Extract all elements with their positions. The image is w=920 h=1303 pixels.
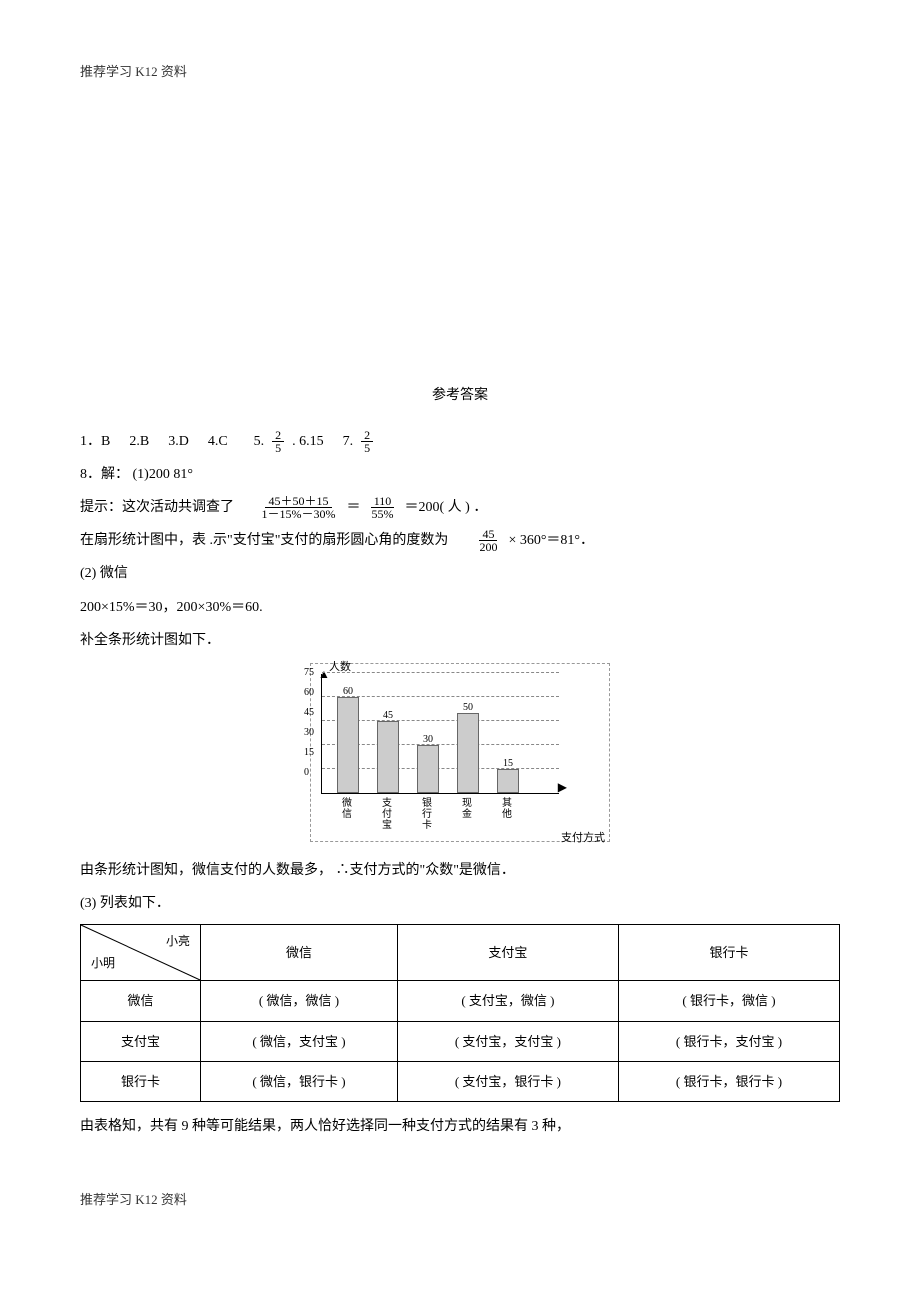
col-header: 支付宝 xyxy=(397,925,618,981)
fraction-denominator: 1－15%－30% xyxy=(259,508,339,520)
ans-6: . 6.15 xyxy=(292,429,324,454)
bar xyxy=(337,697,359,793)
table-cell: ( 支付宝，支付宝 ) xyxy=(397,1021,618,1061)
bar-group: 45 xyxy=(374,721,402,793)
bar-value: 50 xyxy=(454,699,482,713)
bar-label: 微信 xyxy=(333,798,361,831)
sector-fraction: 45 200 xyxy=(476,528,500,553)
q8-part2-b: 200×15%＝30，200×30%＝60. xyxy=(80,595,840,620)
hint-prefix: 提示：这次活动共调查了 xyxy=(80,495,234,520)
answers-title: 参考答案 xyxy=(80,383,840,408)
hint-tail: ＝200( 人 ) ． xyxy=(405,495,488,520)
q8-conclusion: 由条形统计图知，微信支付的人数最多， ∴支付方式的"众数"是微信． xyxy=(80,858,840,883)
page-footer: 推荐学习 K12 资料 xyxy=(80,1188,840,1211)
ans-7-prefix: 7. xyxy=(343,429,354,454)
table-cell: ( 微信，微信 ) xyxy=(201,981,398,1021)
ans-5-fraction: 2 5 xyxy=(272,429,284,454)
bar-group: 30 xyxy=(414,745,442,793)
hint-fraction-1: 45＋50＋15 1－15%－30% xyxy=(259,495,339,520)
bar-label: 其他 xyxy=(493,798,521,831)
table-cell: ( 微信，银行卡 ) xyxy=(201,1062,398,1102)
arrow-up-icon: ▲ xyxy=(318,664,330,686)
q8-part2-a: (2) 微信 xyxy=(80,561,840,586)
diagonal-header: 小亮 小明 xyxy=(81,925,201,981)
bar xyxy=(497,769,519,793)
row-header: 微信 xyxy=(81,981,201,1021)
fraction-numerator: 2 xyxy=(272,429,284,442)
fraction-numerator: 2 xyxy=(361,429,373,442)
table-cell: ( 微信，支付宝 ) xyxy=(201,1021,398,1061)
col-header: 微信 xyxy=(201,925,398,981)
table-cell: ( 银行卡，银行卡 ) xyxy=(618,1062,839,1102)
table-row: 微信 ( 微信，微信 ) ( 支付宝，微信 ) ( 银行卡，微信 ) xyxy=(81,981,840,1021)
fraction-denominator: 55% xyxy=(369,508,397,520)
short-answers-row: 1．B 2.B 3.D 4.C 5. 2 5 . 6.15 7. 2 5 xyxy=(80,429,840,454)
y-tick: 0 xyxy=(304,773,314,793)
whitespace xyxy=(80,83,840,373)
bar-labels: 微信支付宝银行卡现金其他 xyxy=(321,798,559,831)
bar-value: 60 xyxy=(334,683,362,697)
bar-value: 45 xyxy=(374,707,402,721)
col-header: 银行卡 xyxy=(618,925,839,981)
table-cell: ( 支付宝，银行卡 ) xyxy=(397,1062,618,1102)
bar-label: 支付宝 xyxy=(373,798,401,831)
q8-sector: 在扇形统计图中，表 .示"支付宝"支付的扇形圆心角的度数为 45 200 × 3… xyxy=(80,528,840,553)
q8-hint: 提示：这次活动共调查了 45＋50＋15 1－15%－30% ＝ 110 55%… xyxy=(80,495,840,520)
arrow-right-icon: ▶ xyxy=(558,777,567,799)
ans-1: 1．B xyxy=(80,429,110,454)
y-ticks: 01530456075 xyxy=(304,673,314,793)
q8-summary: 由表格知，共有 9 种等可能结果，两人恰好选择同一种支付方式的结果有 3 种， xyxy=(80,1114,840,1139)
sector-prefix: 在扇形统计图中，表 .示"支付宝"支付的扇形圆心角的度数为 xyxy=(80,528,448,553)
bar-group: 15 xyxy=(494,769,522,793)
bar-chart: 人数 ▲ ▶ 01530456075 6045305015 支付方式 微信支付宝… xyxy=(80,663,840,842)
diag-col-label: 小亮 xyxy=(166,931,190,953)
table-row: 银行卡 ( 微信，银行卡 ) ( 支付宝，银行卡 ) ( 银行卡，银行卡 ) xyxy=(81,1062,840,1102)
table-row: 小亮 小明 微信 支付宝 银行卡 xyxy=(81,925,840,981)
ans-2: 2.B xyxy=(129,429,149,454)
bar xyxy=(417,745,439,793)
sector-tail: × 360°＝81°． xyxy=(508,528,594,553)
x-axis-label: 支付方式 xyxy=(561,829,605,849)
bar-value: 30 xyxy=(414,731,442,745)
q8-part3: (3) 列表如下． xyxy=(80,891,840,916)
bar xyxy=(377,721,399,793)
bar-group: 50 xyxy=(454,713,482,793)
hint-fraction-2: 110 55% xyxy=(369,495,397,520)
table-cell: ( 支付宝，微信 ) xyxy=(397,981,618,1021)
table-cell: ( 银行卡，微信 ) xyxy=(618,981,839,1021)
bar-label: 现金 xyxy=(453,798,481,831)
table-cell: ( 银行卡，支付宝 ) xyxy=(618,1021,839,1061)
row-header: 支付宝 xyxy=(81,1021,201,1061)
ans-7-fraction: 2 5 xyxy=(361,429,373,454)
probability-table: 小亮 小明 微信 支付宝 银行卡 微信 ( 微信，微信 ) ( 支付宝，微信 )… xyxy=(80,924,840,1102)
page-header: 推荐学习 K12 资料 xyxy=(80,60,840,83)
fraction-denominator: 5 xyxy=(272,442,284,454)
q8-part2-c: 补全条形统计图如下． xyxy=(80,628,840,653)
bar xyxy=(457,713,479,793)
bar-group: 60 xyxy=(334,697,362,793)
ans-5-prefix: 5. xyxy=(254,429,265,454)
fraction-denominator: 200 xyxy=(476,541,500,553)
table-row: 支付宝 ( 微信，支付宝 ) ( 支付宝，支付宝 ) ( 银行卡，支付宝 ) xyxy=(81,1021,840,1061)
equals: ＝ xyxy=(347,495,361,520)
fraction-denominator: 5 xyxy=(361,442,373,454)
ans-3: 3.D xyxy=(168,429,189,454)
ans-4: 4.C xyxy=(208,429,228,454)
diag-row-label: 小明 xyxy=(91,953,115,975)
q8-part1: 8．解： (1)200 81° xyxy=(80,462,840,487)
bar-label: 银行卡 xyxy=(413,798,441,831)
row-header: 银行卡 xyxy=(81,1062,201,1102)
bar-value: 15 xyxy=(494,755,522,769)
